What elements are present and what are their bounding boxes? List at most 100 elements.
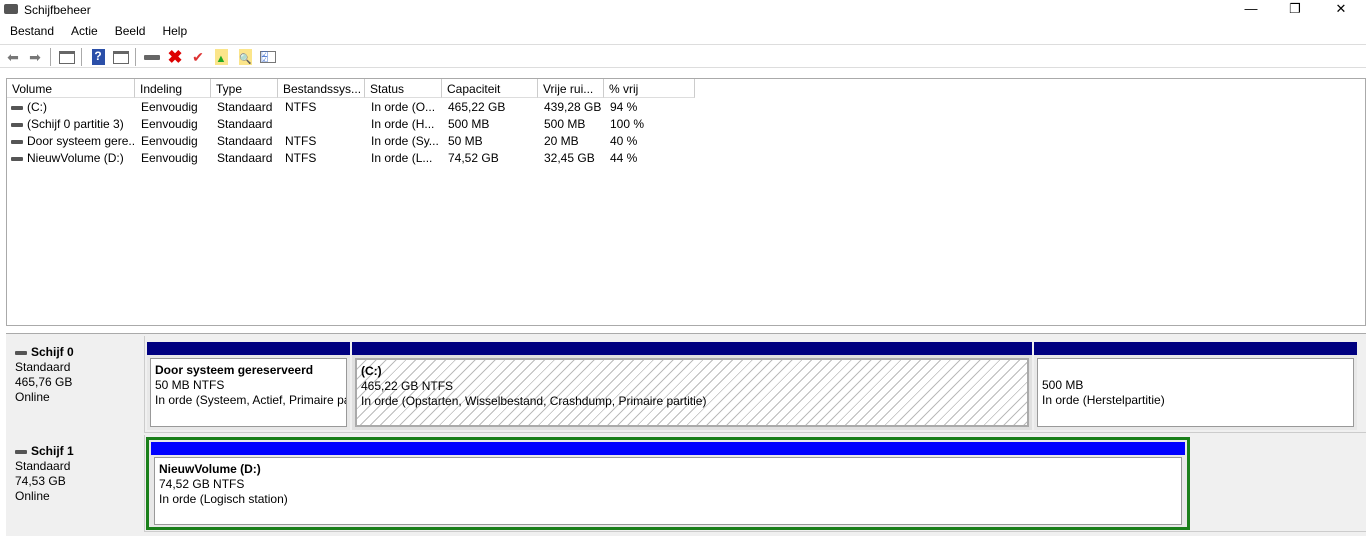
cell-text: Eenvoudig xyxy=(141,151,198,165)
partition-c[interactable]: (C:) 465,22 GB NTFS In orde (Opstarten, Wi… xyxy=(352,342,1032,430)
cell-text: 32,45 GB xyxy=(544,151,595,165)
disk-name: Schijf 1 xyxy=(31,444,74,458)
cell-capaciteit: 74,52 GB xyxy=(448,151,540,165)
cell-status: In orde (L... xyxy=(371,151,445,165)
cell-type: Standaard xyxy=(217,117,281,131)
cell-status: In orde (Sy... xyxy=(371,134,445,148)
column-type[interactable]: Type xyxy=(211,79,278,98)
cell-procent-vrij: 40 % xyxy=(610,134,695,148)
cell-text: Eenvoudig xyxy=(141,117,198,131)
menu-bestand[interactable]: Bestand xyxy=(0,22,61,42)
menu-beeld[interactable]: Beeld xyxy=(105,22,153,42)
cell-text: 44 % xyxy=(610,151,638,165)
title-bar: Schijfbeheer — ❐ ✕ xyxy=(0,0,1366,20)
action-pane-icon[interactable] xyxy=(112,48,130,66)
column-volume[interactable]: Volume xyxy=(7,79,135,98)
cell-indeling: Eenvoudig xyxy=(141,117,213,131)
cell-text: Eenvoudig xyxy=(141,134,198,148)
disk-size: 74,53 GB xyxy=(15,474,66,488)
cell-indeling: Eenvoudig xyxy=(141,134,213,148)
cell-text: 40 % xyxy=(610,134,638,148)
cell-status: In orde (H... xyxy=(371,117,445,131)
restore-button[interactable]: ❐ xyxy=(1272,0,1318,20)
back-icon[interactable]: ⬅ xyxy=(4,48,22,66)
cell-vrije-ruimte: 20 MB xyxy=(544,134,606,148)
volume-list: Volume Indeling Type Bestandssys... Stat… xyxy=(6,78,1366,326)
console-tree-icon[interactable] xyxy=(58,48,76,66)
cell-volume: NieuwVolume (D:) xyxy=(11,151,136,165)
help-icon[interactable]: ? xyxy=(89,48,107,66)
disk-type: Standaard xyxy=(15,459,71,473)
cell-type: Standaard xyxy=(217,134,281,148)
cell-text: In orde (O... xyxy=(371,100,436,114)
cell-text: 465,22 GB xyxy=(448,100,506,114)
delete-icon[interactable]: ✖ xyxy=(166,47,184,67)
disk-1-label[interactable]: Schijf 1 Standaard 74,53 GB Online xyxy=(6,435,145,532)
cell-text: Eenvoudig xyxy=(141,100,198,114)
column-capaciteit[interactable]: Capaciteit xyxy=(442,79,538,98)
partition-system-reserved[interactable]: Door systeem gereserveerd 50 MB NTFS In or… xyxy=(147,342,350,430)
menu-bar: Bestand Actie Beeld Help xyxy=(0,22,194,42)
volume-icon xyxy=(11,156,23,161)
connect-drive-icon[interactable] xyxy=(143,48,161,66)
cell-capaciteit: 465,22 GB xyxy=(448,100,540,114)
cell-text: (C:) xyxy=(27,100,47,114)
partition-d-selected[interactable]: NieuwVolume (D:) 74,52 GB NTFS In orde (Lo… xyxy=(146,437,1190,530)
cell-vrije-ruimte: 500 MB xyxy=(544,117,606,131)
column-bestandssysteem[interactable]: Bestandssys... xyxy=(278,79,365,98)
cell-text: In orde (Sy... xyxy=(371,134,439,148)
column-indeling[interactable]: Indeling xyxy=(135,79,211,98)
cell-text: 94 % xyxy=(610,100,638,114)
disk-state: Online xyxy=(15,489,50,503)
table-row[interactable]: Door systeem gere... Eenvoudig Standaard NT… xyxy=(7,132,707,149)
cell-text: Standaard xyxy=(217,117,273,131)
cell-volume: Door systeem gere... xyxy=(11,134,136,148)
logical-drive-bar xyxy=(151,442,1185,455)
table-row[interactable]: NieuwVolume (D:) Eenvoudig Standaard NTFS In… xyxy=(7,149,707,166)
cell-text: Standaard xyxy=(217,151,273,165)
menu-actie[interactable]: Actie xyxy=(61,22,105,42)
cell-bestandssysteem: NTFS xyxy=(285,100,367,114)
folder-up-icon[interactable]: ▲ xyxy=(212,48,230,66)
cell-text: In orde (H... xyxy=(371,117,435,131)
cell-text: In orde (L... xyxy=(371,151,433,165)
cell-bestandssysteem: NTFS xyxy=(285,134,367,148)
cell-indeling: Eenvoudig xyxy=(141,151,213,165)
table-row[interactable]: (C:) Eenvoudig Standaard NTFS In orde (O... 4… xyxy=(7,98,707,115)
properties-list-icon[interactable]: ☑ ☑ xyxy=(259,48,277,66)
column-procent-vrij[interactable]: % vrij xyxy=(604,79,695,98)
disk-icon xyxy=(15,350,27,355)
primary-partition-bar xyxy=(352,342,1032,355)
column-vrije-ruimte[interactable]: Vrije rui... xyxy=(538,79,604,98)
disk-management-icon xyxy=(4,4,18,14)
partition-status: In orde (Herstelpartitie) xyxy=(1042,393,1165,407)
cell-vrije-ruimte: 439,28 GB xyxy=(544,100,606,114)
cell-vrije-ruimte: 32,45 GB xyxy=(544,151,606,165)
cell-text: 500 MB xyxy=(448,117,490,131)
forward-icon[interactable]: ➡ xyxy=(26,48,44,66)
partition-title: (C:) xyxy=(361,364,382,378)
cell-text: NTFS xyxy=(285,134,317,148)
folder-search-icon[interactable]: 🔍 xyxy=(236,48,254,66)
cell-text: NTFS xyxy=(285,100,317,114)
cell-volume: (Schijf 0 partitie 3) xyxy=(11,117,136,131)
disk-state: Online xyxy=(15,390,50,404)
partition-size: 465,22 GB NTFS xyxy=(361,379,454,393)
cell-text: 20 MB xyxy=(544,134,579,148)
cell-text: NTFS xyxy=(285,151,317,165)
volume-icon xyxy=(11,105,23,110)
check-icon[interactable]: ✔ xyxy=(189,48,207,66)
disk-icon xyxy=(15,449,27,454)
menu-help[interactable]: Help xyxy=(152,22,194,42)
disk-type: Standaard xyxy=(15,360,71,374)
table-row[interactable]: (Schijf 0 partitie 3) Eenvoudig Standaard I… xyxy=(7,115,707,132)
disk-0-label[interactable]: Schijf 0 Standaard 465,76 GB Online xyxy=(6,336,145,433)
partition-recovery[interactable]: 500 MB In orde (Herstelpartitie) xyxy=(1034,342,1357,430)
partition-title: Door systeem gereserveerd xyxy=(155,363,314,377)
primary-partition-bar xyxy=(1034,342,1357,355)
close-button[interactable]: ✕ xyxy=(1318,0,1364,20)
partition-title: NieuwVolume (D:) xyxy=(159,462,261,476)
minimize-button[interactable]: — xyxy=(1228,0,1274,20)
cell-procent-vrij: 94 % xyxy=(610,100,695,114)
column-status[interactable]: Status xyxy=(365,79,442,98)
